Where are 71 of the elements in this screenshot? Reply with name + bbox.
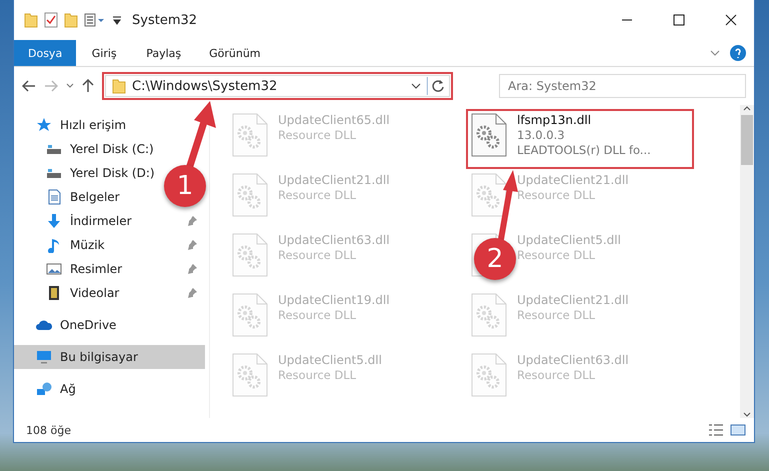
checklist-icon[interactable]: [44, 12, 58, 28]
item-count: 108 öğe: [26, 424, 72, 436]
picture-icon: [46, 261, 62, 277]
chevron-up-icon[interactable]: [743, 105, 751, 111]
sidebar-item[interactable]: Resimler: [70, 262, 122, 276]
monitor-icon: [36, 349, 52, 365]
file-type: Resource DLL: [517, 248, 596, 262]
sidebar-item[interactable]: Müzik: [70, 238, 105, 252]
file-type: Resource DLL: [517, 308, 596, 322]
dll-file-icon: [232, 173, 268, 217]
chevron-down-icon[interactable]: [66, 83, 74, 89]
back-arrow-icon[interactable]: [22, 80, 36, 92]
ribbon-tab[interactable]: Paylaş: [132, 40, 196, 66]
pin-icon[interactable]: [187, 216, 197, 226]
close-icon: [725, 14, 737, 26]
scrollbar[interactable]: [740, 105, 754, 418]
document-icon: [46, 189, 62, 205]
dll-file-icon: [471, 173, 507, 217]
properties-icon[interactable]: [84, 13, 106, 27]
file-type: 13.0.0.3: [517, 128, 566, 142]
dll-file-icon: [232, 113, 268, 157]
star-icon: [36, 117, 52, 133]
file-description: LEADTOOLS(r) DLL fo...: [517, 143, 651, 157]
sidebar-item[interactable]: Yerel Disk (C:): [70, 142, 154, 156]
network-icon: [36, 381, 52, 397]
maximize-icon: [673, 14, 685, 26]
sidebar-item[interactable]: Hızlı erişim: [60, 118, 126, 132]
sidebar-item[interactable]: Bu bilgisayar: [14, 345, 205, 369]
down-arrow-icon: [46, 213, 62, 229]
sidebar-item[interactable]: İndirmeler: [70, 214, 132, 228]
sidebar-item[interactable]: Yerel Disk (D:): [70, 166, 155, 180]
dll-file-icon: [232, 353, 268, 397]
file-type: Resource DLL: [278, 248, 358, 262]
dropdown-icon[interactable]: [112, 15, 122, 25]
file-type: Resource DLL: [517, 368, 596, 382]
pin-icon[interactable]: [187, 264, 197, 274]
sidebar-item[interactable]: OneDrive: [60, 318, 116, 332]
thumbnail-view-icon[interactable]: [730, 423, 746, 437]
sidebar-item[interactable]: Ağ: [60, 382, 76, 396]
pin-icon[interactable]: [187, 288, 197, 298]
help-icon[interactable]: [730, 45, 746, 61]
file-name[interactable]: lfsmp13n.dll: [517, 113, 651, 127]
dll-file-icon: [232, 293, 268, 337]
dll-file-icon: [471, 113, 507, 157]
file-type: Resource DLL: [278, 368, 358, 382]
sidebar-item[interactable]: Belgeler: [70, 190, 120, 204]
folder-icon: [112, 78, 126, 94]
dll-file-icon: [232, 233, 268, 277]
address-bar[interactable]: C:\Windows\System32: [105, 75, 450, 97]
window-title: System32: [132, 12, 198, 28]
chevron-down-icon[interactable]: [743, 412, 751, 418]
folder-icon: [64, 12, 78, 28]
chevron-down-icon[interactable]: [411, 82, 421, 90]
ribbon-tab[interactable]: Görünüm: [195, 40, 275, 66]
search-field[interactable]: Ara: System32: [499, 74, 746, 98]
details-view-icon[interactable]: [708, 423, 724, 437]
ribbon-tab[interactable]: Giriş: [76, 40, 132, 66]
up-arrow-icon[interactable]: [82, 79, 94, 93]
file-type: Resource DLL: [517, 188, 596, 202]
dll-file-icon: [471, 353, 507, 397]
sidebar-item[interactable]: Videolar: [70, 286, 120, 300]
ribbon-tab[interactable]: Dosya: [14, 40, 76, 66]
dll-file-icon: [471, 293, 507, 337]
file-type: Resource DLL: [278, 308, 358, 322]
scrollbar-thumb[interactable]: [741, 115, 753, 165]
folder-icon: [24, 12, 38, 28]
pin-icon[interactable]: [187, 240, 197, 250]
file-type: Resource DLL: [278, 188, 358, 202]
music-note-icon: [46, 237, 62, 253]
film-icon: [46, 285, 62, 301]
file-type: Resource DLL: [278, 128, 358, 142]
